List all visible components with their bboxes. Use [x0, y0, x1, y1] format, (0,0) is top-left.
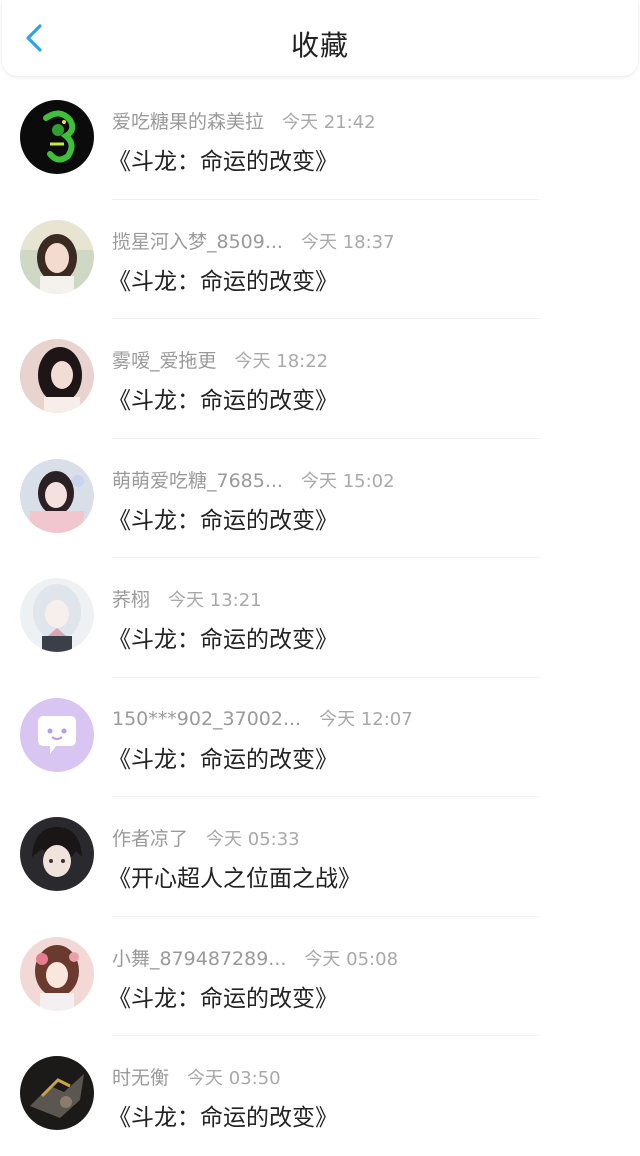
book-title[interactable]: 《斗龙：命运的改变》 [108, 381, 338, 415]
avatar[interactable] [20, 100, 94, 174]
username: 时无衡 [112, 1067, 170, 1089]
timestamp: 今天 12:07 [319, 708, 413, 730]
list-item[interactable]: 小舞_879487289... 今天 05:08 《斗龙：命运的改变》 [0, 917, 640, 1036]
avatar[interactable] [20, 697, 94, 772]
username: 作者凉了 [112, 828, 189, 850]
username: 爱吃糖果的森美拉 [112, 111, 265, 133]
girl-photo-avatar-icon [20, 219, 94, 294]
username: 萌萌爱吃糖_7685... [112, 469, 283, 492]
favorites-list: 爱吃糖果的森美拉 今天 21:42 《斗龙：命运的改变》 揽星河入梦_8509..… [0, 80, 640, 1156]
girl-photo-avatar-icon [20, 458, 94, 533]
anime-boy-avatar-icon [20, 817, 94, 891]
timestamp: 今天 18:37 [300, 231, 395, 253]
avatar[interactable] [20, 578, 94, 652]
avatar[interactable] [20, 936, 94, 1011]
avatar[interactable] [20, 817, 94, 891]
list-item[interactable]: 爱吃糖果的森美拉 今天 21:42 《斗龙：命运的改变》 [0, 80, 640, 200]
dragon-avatar-icon [20, 100, 94, 174]
username: 雾嗳_爱拖更 [112, 350, 217, 372]
timestamp: 今天 18:22 [234, 351, 329, 372]
list-item[interactable]: 萌萌爱吃糖_7685... 今天 15:02 《斗龙：命运的改变》 [0, 439, 640, 558]
timestamp: 今天 13:21 [168, 590, 262, 611]
list-item[interactable]: 雾嗳_爱拖更 今天 18:22 《斗龙：命运的改变》 [0, 319, 640, 439]
list-item[interactable]: 时无衡 今天 03:50 《斗龙：命运的改变》 [0, 1036, 640, 1156]
anime-girl-avatar-icon [20, 578, 94, 652]
avatar[interactable] [20, 458, 94, 533]
book-title[interactable]: 《斗龙：命运的改变》 [108, 620, 338, 654]
book-title[interactable]: 《斗龙：命运的改变》 [108, 979, 338, 1013]
book-title[interactable]: 《开心超人之位面之战》 [108, 859, 361, 893]
book-title[interactable]: 《斗龙：命运的改变》 [108, 262, 338, 296]
girl-photo-avatar-icon [20, 339, 94, 413]
username: 150***902_37002... [112, 707, 302, 730]
timestamp: 今天 05:33 [206, 829, 300, 850]
avatar[interactable] [20, 219, 94, 294]
timestamp: 今天 03:50 [187, 1068, 281, 1089]
avatar[interactable] [20, 1056, 94, 1130]
page-title: 收藏 [290, 29, 349, 62]
timestamp: 今天 21:42 [282, 112, 376, 133]
avatar[interactable] [20, 339, 94, 413]
chat-bubble-avatar-icon [20, 697, 94, 772]
list-item[interactable]: 揽星河入梦_8509... 今天 18:37 《斗龙：命运的改变》 [0, 200, 640, 319]
username: 小舞_879487289... [112, 947, 287, 970]
book-title[interactable]: 《斗龙：命运的改变》 [108, 142, 338, 176]
top-bar: 收藏 [2, 0, 638, 76]
list-item[interactable]: 荞栩 今天 13:21 《斗龙：命运的改变》 [0, 558, 640, 678]
book-title[interactable]: 《斗龙：命运的改变》 [108, 740, 338, 774]
username: 荞栩 [112, 589, 151, 611]
timestamp: 今天 15:02 [300, 470, 395, 492]
book-title[interactable]: 《斗龙：命运的改变》 [108, 1098, 338, 1132]
list-item[interactable]: 150***902_37002... 今天 12:07 《斗龙：命运的改变》 [0, 678, 640, 797]
username: 揽星河入梦_8509... [112, 230, 283, 253]
anime-girl-avatar-icon [20, 936, 94, 1011]
armor-avatar-icon [20, 1056, 94, 1130]
list-item[interactable]: 作者凉了 今天 05:33 《开心超人之位面之战》 [0, 797, 640, 917]
timestamp: 今天 05:08 [304, 948, 399, 970]
book-title[interactable]: 《斗龙：命运的改变》 [108, 501, 338, 535]
